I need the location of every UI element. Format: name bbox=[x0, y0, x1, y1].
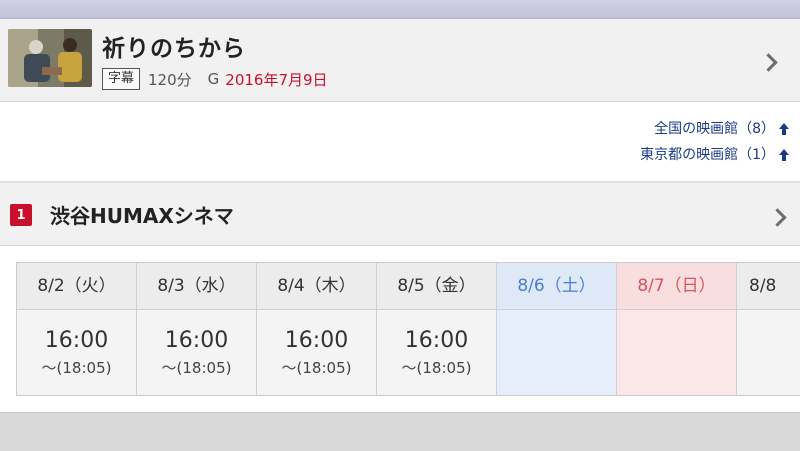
showtime-schedule: 8/2（火） 16:00 〜(18:05) 8/3（水） 16:00 〜(18:… bbox=[16, 262, 800, 396]
day-column: 8/5（金） 16:00 〜(18:05) bbox=[377, 263, 497, 395]
day-column: 8/4（木） 16:00 〜(18:05) bbox=[257, 263, 377, 395]
day-column: 8/2（火） 16:00 〜(18:05) bbox=[17, 263, 137, 395]
end-time: 〜(18:05) bbox=[401, 359, 472, 377]
link-tokyo-theaters[interactable]: 東京都の映画館（1） bbox=[640, 142, 790, 168]
empty-slot bbox=[497, 310, 616, 395]
start-time: 16:00 bbox=[284, 328, 349, 353]
end-time: 〜(18:05) bbox=[41, 359, 112, 377]
end-time: 〜(18:05) bbox=[161, 359, 232, 377]
start-time: 16:00 bbox=[404, 328, 469, 353]
movie-header[interactable]: 祈りのちから 字幕 120分 G 2016年7月9日 bbox=[0, 19, 800, 102]
movie-poster bbox=[8, 29, 92, 87]
day-column-sunday: 8/7（日） bbox=[617, 263, 737, 395]
link-nationwide-theaters[interactable]: 全国の映画館（8） bbox=[640, 116, 790, 142]
up-arrow-icon bbox=[779, 123, 789, 135]
subtitle-badge: 字幕 bbox=[102, 68, 141, 90]
rank-badge: 1 bbox=[10, 204, 32, 226]
day-header: 8/5（金） bbox=[377, 263, 496, 310]
day-column: 8/3（水） 16:00 〜(18:05) bbox=[137, 263, 257, 395]
day-header: 8/3（水） bbox=[137, 263, 256, 310]
link-label: 全国の映画館（8） bbox=[654, 121, 775, 137]
start-time: 16:00 bbox=[44, 328, 109, 353]
empty-slot bbox=[737, 310, 800, 395]
movie-meta: 字幕 120分 G 2016年7月9日 bbox=[102, 67, 328, 91]
end-time: 〜(18:05) bbox=[281, 359, 352, 377]
showtime-slot[interactable]: 16:00 〜(18:05) bbox=[137, 310, 256, 395]
start-time: 16:00 bbox=[164, 328, 229, 353]
movie-duration: 120分 bbox=[148, 70, 192, 89]
showtime-slot[interactable]: 16:00 〜(18:05) bbox=[257, 310, 376, 395]
day-column-saturday: 8/6（土） bbox=[497, 263, 617, 395]
day-column: 8/8 bbox=[737, 263, 800, 395]
showtime-slot[interactable]: 16:00 〜(18:05) bbox=[377, 310, 496, 395]
day-header: 8/2（火） bbox=[17, 263, 136, 310]
day-header: 8/8 bbox=[737, 263, 800, 310]
theater-links: 全国の映画館（8） 東京都の映画館（1） bbox=[640, 116, 790, 168]
release-date: 2016年7月9日 bbox=[225, 70, 328, 89]
day-header: 8/6（土） bbox=[497, 263, 616, 310]
empty-slot bbox=[617, 310, 736, 395]
bottom-bar bbox=[0, 412, 800, 451]
movie-title: 祈りのちから bbox=[102, 36, 246, 62]
theater-header[interactable]: 1 渋谷HUMAXシネマ bbox=[0, 183, 800, 246]
showtime-slot[interactable]: 16:00 〜(18:05) bbox=[17, 310, 136, 395]
top-strip bbox=[0, 0, 800, 19]
theater-name: 渋谷HUMAXシネマ bbox=[50, 204, 234, 228]
day-header: 8/4（木） bbox=[257, 263, 376, 310]
day-header: 8/7（日） bbox=[617, 263, 736, 310]
link-label: 東京都の映画館（1） bbox=[640, 147, 775, 163]
up-arrow-icon bbox=[779, 149, 789, 161]
movie-rating: G bbox=[207, 70, 220, 88]
